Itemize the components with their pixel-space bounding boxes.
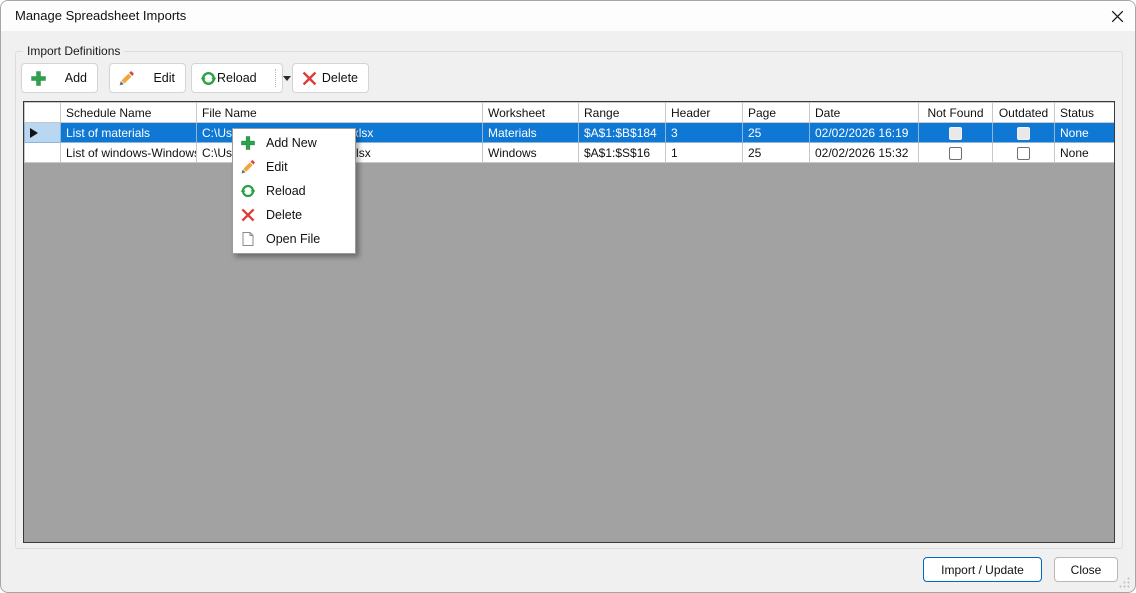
- not-found-checkbox[interactable]: [949, 147, 962, 160]
- menu-item-label: Open File: [266, 232, 320, 246]
- close-button[interactable]: Close: [1054, 557, 1118, 582]
- reload-button-label: Reload: [217, 71, 257, 85]
- resize-grip[interactable]: [1118, 576, 1131, 589]
- header-row: Schedule Name File Name Worksheet Range …: [25, 103, 1115, 123]
- col-header-schedule-name[interactable]: Schedule Name: [61, 103, 197, 123]
- reload-icon: [200, 70, 217, 87]
- pencil-icon: [240, 159, 256, 175]
- menu-item-edit[interactable]: Edit: [233, 155, 355, 179]
- context-menu: Add New Edit Reload: [232, 128, 356, 254]
- current-row-arrow-icon: [30, 128, 38, 138]
- cell-date[interactable]: 02/02/2026 15:32: [810, 143, 919, 163]
- reload-icon: [240, 183, 256, 199]
- cell-header[interactable]: 3: [666, 123, 743, 143]
- document-icon: [240, 231, 256, 247]
- col-header-file-name[interactable]: File Name: [197, 103, 483, 123]
- cell-not-found[interactable]: [919, 123, 993, 143]
- chevron-down-icon[interactable]: [283, 76, 291, 81]
- menu-item-label: Delete: [266, 208, 302, 222]
- menu-item-delete[interactable]: Delete: [233, 203, 355, 227]
- edit-button-label: Edit: [153, 71, 175, 85]
- cell-page[interactable]: 25: [743, 143, 810, 163]
- col-header-page[interactable]: Page: [743, 103, 810, 123]
- title-bar: Manage Spreadsheet Imports: [1, 1, 1135, 31]
- col-header-not-found[interactable]: Not Found: [919, 103, 993, 123]
- cell-schedule-name[interactable]: List of materials: [61, 123, 197, 143]
- cell-page[interactable]: 25: [743, 123, 810, 143]
- table-row-windows[interactable]: List of windows-Windows C:\Users\...\Lis…: [25, 143, 1115, 163]
- col-header-header[interactable]: Header: [666, 103, 743, 123]
- add-button-label: Add: [65, 71, 87, 85]
- close-icon[interactable]: [1109, 8, 1126, 25]
- cell-outdated[interactable]: [993, 123, 1055, 143]
- cell-outdated[interactable]: [993, 143, 1055, 163]
- col-header-date[interactable]: Date: [810, 103, 919, 123]
- dialog-manage-spreadsheet-imports: Manage Spreadsheet Imports Import Defini…: [0, 0, 1136, 593]
- plus-icon: [30, 70, 47, 87]
- delete-button[interactable]: Delete: [292, 63, 369, 93]
- col-header-range[interactable]: Range: [579, 103, 666, 123]
- cell-status[interactable]: None: [1055, 123, 1115, 143]
- cell-schedule-name[interactable]: List of windows-Windows: [61, 143, 197, 163]
- row-selector-cell[interactable]: [25, 143, 61, 163]
- delete-button-label: Delete: [322, 71, 358, 85]
- cell-status[interactable]: None: [1055, 143, 1115, 163]
- imports-table: Schedule Name File Name Worksheet Range …: [24, 102, 1115, 163]
- not-found-checkbox[interactable]: [949, 127, 962, 140]
- window-title: Manage Spreadsheet Imports: [15, 1, 186, 31]
- cell-date[interactable]: 02/02/2026 16:19: [810, 123, 919, 143]
- menu-item-label: Add New: [266, 136, 317, 150]
- import-update-button[interactable]: Import / Update: [923, 557, 1042, 582]
- menu-item-open-file[interactable]: Open File: [233, 227, 355, 251]
- menu-item-reload[interactable]: Reload: [233, 179, 355, 203]
- menu-item-add-new[interactable]: Add New: [233, 131, 355, 155]
- table-row-materials[interactable]: List of materials C:\Users\...\List of m…: [25, 123, 1115, 143]
- col-header-status[interactable]: Status: [1055, 103, 1115, 123]
- menu-item-label: Edit: [266, 160, 288, 174]
- delete-x-icon: [240, 207, 256, 223]
- add-button[interactable]: Add: [21, 63, 98, 93]
- col-header-selector: [25, 103, 61, 123]
- close-button-label: Close: [1071, 563, 1102, 577]
- col-header-outdated[interactable]: Outdated: [993, 103, 1055, 123]
- reload-split-button[interactable]: Reload: [191, 63, 283, 93]
- col-header-worksheet[interactable]: Worksheet: [483, 103, 579, 123]
- edit-button[interactable]: Edit: [109, 63, 186, 93]
- import-update-button-label: Import / Update: [941, 563, 1024, 577]
- cell-worksheet[interactable]: Windows: [483, 143, 579, 163]
- row-selector-cell[interactable]: [25, 123, 61, 143]
- outdated-checkbox[interactable]: [1017, 127, 1030, 140]
- menu-item-label: Reload: [266, 184, 306, 198]
- imports-data-grid: Schedule Name File Name Worksheet Range …: [23, 101, 1115, 543]
- cell-range[interactable]: $A$1:$S$16: [579, 143, 666, 163]
- delete-x-icon: [301, 70, 318, 87]
- outdated-checkbox[interactable]: [1017, 147, 1030, 160]
- cell-worksheet[interactable]: Materials: [483, 123, 579, 143]
- plus-icon: [240, 135, 256, 151]
- cell-not-found[interactable]: [919, 143, 993, 163]
- pencil-icon: [118, 70, 135, 87]
- cell-header[interactable]: 1: [666, 143, 743, 163]
- cell-range[interactable]: $A$1:$B$184: [579, 123, 666, 143]
- group-label: Import Definitions: [23, 44, 124, 58]
- split-separator: [275, 69, 276, 87]
